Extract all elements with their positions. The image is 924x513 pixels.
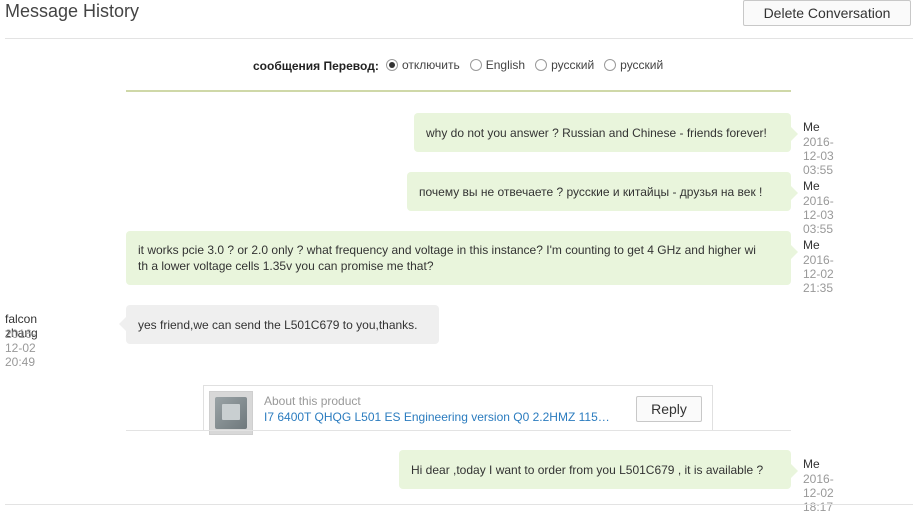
message-timestamp: 2016-12-03 03:55 (803, 194, 834, 236)
translate-option-label: русский (620, 58, 664, 72)
product-divider (126, 430, 791, 431)
radio-button[interactable] (469, 59, 482, 71)
message-sender: Me (803, 120, 820, 134)
message-sender: Me (803, 238, 820, 252)
page-title: Message History (5, 1, 140, 21)
message-bubble: it works pcie 3.0 ? or 2.0 only ? what f… (126, 231, 798, 285)
product-about-label: About this product (264, 394, 361, 408)
translate-option-label: отключить (402, 58, 460, 72)
delete-conversation-button[interactable]: Delete Conversation (743, 0, 911, 26)
radio-button[interactable] (604, 59, 617, 71)
cpu-chip-icon[interactable] (209, 391, 253, 435)
translation-bar: сообщения Перевод: отключить English рус… (0, 58, 924, 76)
reply-button[interactable]: Reply (636, 396, 702, 422)
message-timestamp: 2016-12-03 03:55 (803, 135, 834, 177)
translate-option-label: English (485, 58, 526, 72)
product-thumbnail (215, 397, 247, 429)
translation-options: отключить English русский русский (386, 58, 673, 72)
translate-option-off[interactable]: отключить (386, 58, 460, 72)
header: Message History Delete Conversation (0, 0, 924, 38)
radio-button[interactable] (535, 59, 548, 71)
translate-option-label: русский (551, 58, 595, 72)
message-timestamp: 2016-12-02 21:35 (803, 253, 834, 295)
product-title-link[interactable]: I7 6400T QHQG L501 ES Engineering versio… (264, 410, 610, 424)
message-text-line: th a lower voltage cells 1.35v you can p… (138, 259, 434, 273)
message-bubble: Hi dear ,today I want to order from you … (399, 450, 798, 489)
translate-option-russian-2[interactable]: русский (604, 58, 663, 72)
message-sender: Me (803, 179, 820, 193)
product-card: About this product I7 6400T QHQG L501 ES… (203, 385, 713, 435)
message-sender: Me (803, 457, 820, 471)
message-bubble: почему вы не отвечаете ? русские и китай… (407, 172, 798, 211)
message-bubble: yes friend,we can send the L501C679 to y… (119, 305, 439, 344)
message-timestamp: 2016-12-02 18:17 (803, 472, 834, 513)
translate-option-russian-1[interactable]: русский (535, 58, 594, 72)
radio-button-checked[interactable] (386, 59, 398, 71)
message-bubble: why do not you answer ? Russian and Chin… (414, 113, 798, 152)
translation-divider (126, 90, 791, 92)
translation-label: сообщения Перевод: (253, 59, 379, 73)
message-text-line: it works pcie 3.0 ? or 2.0 only ? what f… (138, 243, 756, 257)
header-divider (5, 38, 913, 39)
translate-option-english[interactable]: English (469, 58, 526, 72)
message-timestamp: 2016-12-02 20:49 (5, 327, 36, 369)
bottom-divider (5, 504, 913, 505)
